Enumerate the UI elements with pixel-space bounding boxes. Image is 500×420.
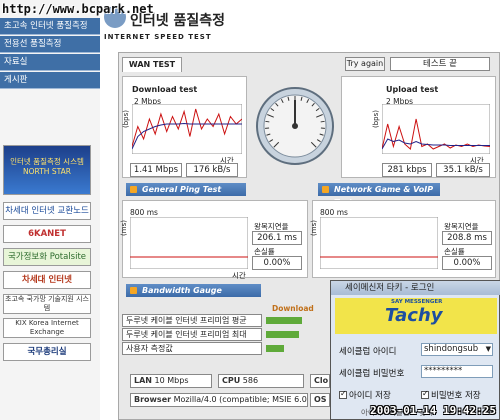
timestamp-overlay: 2003-01-14 19:42:25 xyxy=(370,404,496,417)
bandwidth-section-head: Bandwidth Gauge xyxy=(126,284,261,297)
ping-loss: 0.00% xyxy=(252,256,302,270)
ad-kix[interactable]: KIX Korea Internet Exchange xyxy=(3,318,91,338)
upload-title: Upload test xyxy=(386,85,439,94)
ad-prime-minister-office[interactable]: 국무총리실 xyxy=(3,343,91,361)
ad-next-gen-internet[interactable]: 차세대 인터넷 xyxy=(3,271,91,289)
ping-section-head: General Ping Test xyxy=(126,183,246,196)
ad-6kanet[interactable]: 6KANET xyxy=(3,225,91,243)
clock-key: Clo xyxy=(314,376,329,385)
cpu-value: 586 xyxy=(242,376,259,385)
messenger-pw-label: 세이클럽 비밀번호 xyxy=(339,369,405,379)
upload-ylabel: (bps) xyxy=(372,110,380,128)
messenger-title-bar[interactable]: 세이메신저 타키 - 로그인 xyxy=(331,281,500,295)
lan-key: LAN xyxy=(134,376,152,385)
browser-info: Browser Mozilla/4.0 (compatible; MSIE 6.… xyxy=(130,393,308,407)
save-id-checkbox[interactable]: 아이디 저장 xyxy=(339,389,391,401)
upload-kbps: 281 kbps xyxy=(382,163,432,177)
save-pw-label: 비밀번호 저장 xyxy=(431,391,481,401)
bandwidth-row-max: 두루넷 케이블 인터넷 프리미엄 최대 xyxy=(122,328,262,341)
gauge-tick xyxy=(320,120,325,123)
sidebar-item-leased-line-test[interactable]: 전용선 품질측정 xyxy=(0,36,100,53)
ping-rtt: 206.1 ms xyxy=(252,231,302,245)
gauge-tick xyxy=(265,120,270,123)
bandwidth-bar xyxy=(266,317,302,324)
cpu-key: CPU xyxy=(222,376,241,385)
messenger-id-label: 세이클럽 아이디 xyxy=(339,347,397,357)
browser-key: Browser xyxy=(134,395,172,404)
save-pw-check-icon[interactable] xyxy=(421,389,429,399)
bandwidth-bar xyxy=(266,345,284,352)
bandwidth-bar xyxy=(266,331,299,338)
download-chart xyxy=(132,104,242,154)
ping-xlabel: 시간 xyxy=(232,271,246,280)
sidebar-item-board[interactable]: 게시판 xyxy=(0,72,100,89)
messenger-id-value: shindongsub xyxy=(424,344,479,354)
ad-support-system[interactable]: 초고속 국가망 기술지원 시스템 xyxy=(3,294,91,314)
ad-north-star[interactable]: 인터넷 품질측정 시스템 NORTH STAR xyxy=(3,145,91,195)
speed-gauge xyxy=(256,87,334,165)
messenger-title: 세이메신저 타키 - 로그인 xyxy=(345,283,435,293)
game-loss: 0.00% xyxy=(442,256,492,270)
download-kbs: 176 kB/s xyxy=(186,163,238,177)
os-key: OS xyxy=(314,395,327,404)
chevron-down-icon[interactable]: ▼ xyxy=(486,344,491,355)
game-rtt: 208.8 ms xyxy=(442,231,492,245)
save-pw-checkbox[interactable]: 비밀번호 저장 xyxy=(421,389,481,401)
save-id-label: 아이디 저장 xyxy=(349,391,391,401)
save-id-check-icon[interactable] xyxy=(339,389,347,399)
bandwidth-row-average: 두루넷 케이블 인터넷 프리미엄 평균 xyxy=(122,314,262,327)
ad-portal-site[interactable]: 국가정보화 Potalsite xyxy=(3,248,91,266)
try-again-button[interactable]: Try again xyxy=(345,57,385,71)
lan-info: LAN 10 Mbps xyxy=(130,374,212,388)
site-watermark: http://www.bcpark.net xyxy=(2,2,154,16)
page-subtitle: INTERNET SPEED TEST xyxy=(104,33,212,41)
os-info: OS xyxy=(310,393,330,407)
download-title: Download test xyxy=(132,85,198,94)
sidebar-item-downloads[interactable]: 자료실 xyxy=(0,54,100,71)
ping-ylabel: (ms) xyxy=(120,220,128,236)
messenger-login-window: 세이메신저 타키 - 로그인 SAY MESSENGER Tachy 세이클럽 … xyxy=(330,280,500,420)
cpu-info: CPU 586 xyxy=(218,374,304,388)
bandwidth-row-user: 사용자 측정값 xyxy=(122,342,262,355)
messenger-id-field[interactable]: shindongsub ▼ xyxy=(421,343,493,356)
game-section-head: Network Game & VoIP Test xyxy=(318,183,440,207)
game-ylabel: (ms) xyxy=(310,220,318,236)
test-status: 테스트 끝 xyxy=(390,57,490,71)
lan-value: 10 Mbps xyxy=(154,376,189,385)
upload-chart xyxy=(382,104,490,154)
download-mbps: 1.41 Mbps xyxy=(130,163,182,177)
bandwidth-download-label: Download xyxy=(272,304,314,313)
browser-value: Mozilla/4.0 (compatible; MSIE 6.0 xyxy=(173,395,307,404)
tab-wan-test[interactable]: WAN TEST xyxy=(122,57,182,72)
clock-info: Clo xyxy=(310,374,330,388)
sidebar-item-broadband-test[interactable]: 초고속 인터넷 품질측정 xyxy=(0,18,100,35)
game-scale: 800 ms xyxy=(320,208,348,217)
upload-kbs: 35.1 kB/s xyxy=(436,163,490,177)
ping-chart xyxy=(130,217,248,269)
ping-scale: 800 ms xyxy=(130,208,158,217)
messenger-brand: Tachy xyxy=(385,305,443,326)
messenger-pw-field[interactable]: ********* xyxy=(421,365,493,378)
ad-next-gen-exchange[interactable]: 차세대 인터넷 교환노드 xyxy=(3,202,91,220)
sidebar: 초고속 인터넷 품질측정 전용선 품질측정 자료실 게시판 인터넷 품질측정 시… xyxy=(0,0,100,420)
game-chart xyxy=(320,217,438,269)
download-ylabel: (bps) xyxy=(122,110,130,128)
